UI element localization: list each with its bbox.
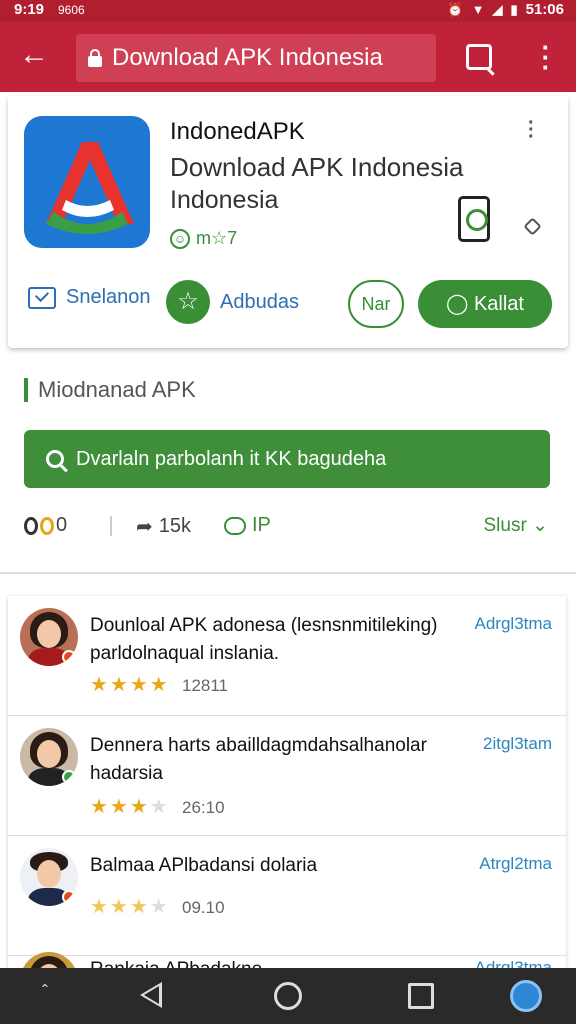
chevron-down-icon: ⌄ bbox=[532, 515, 548, 536]
review-number: 09.10 bbox=[182, 898, 225, 917]
views-count: 0 bbox=[56, 514, 68, 536]
review-link[interactable]: Atrgl2tma bbox=[479, 854, 552, 874]
comment-icon bbox=[224, 516, 246, 535]
diamond-icon[interactable] bbox=[523, 217, 542, 236]
more-options-icon[interactable]: · · · bbox=[528, 113, 535, 147]
reviews-list: Dounloal APK adonesa (lesnsnmitileking) … bbox=[8, 596, 566, 968]
favorite-button[interactable]: ☆ Adbudas bbox=[166, 280, 299, 324]
subscribe-label: Snelanon bbox=[66, 286, 151, 308]
search-placeholder: Dvarlaln parbolanh it KK bagudeha bbox=[76, 447, 387, 470]
share-count: 15k bbox=[158, 515, 192, 537]
nav-recents-icon[interactable] bbox=[408, 983, 434, 1009]
circle-icon bbox=[24, 516, 38, 535]
circle-icon bbox=[40, 516, 54, 535]
url-title: Download APK Indonesia bbox=[112, 44, 383, 71]
back-arrow-icon[interactable]: ← bbox=[18, 40, 50, 72]
review-text: Balmaa APlbadansi dolaria bbox=[90, 855, 318, 876]
star-rating: ★★★★ bbox=[90, 896, 170, 918]
nav-home-icon[interactable] bbox=[274, 982, 302, 1010]
search-icon[interactable] bbox=[466, 44, 492, 70]
overflow-menu-icon[interactable]: · · · bbox=[540, 34, 552, 80]
share-icon: ➦ bbox=[136, 516, 153, 538]
sort-label: Slusr bbox=[483, 515, 527, 536]
assistant-icon[interactable] bbox=[510, 980, 542, 1012]
magnifier-icon bbox=[46, 450, 64, 468]
status-extra: 9606 bbox=[58, 3, 85, 17]
section-divider bbox=[0, 572, 576, 574]
status-clock: 51:06 bbox=[525, 1, 564, 18]
stats-row: 0 ➦ 15k IP Slusr ⌄ bbox=[24, 510, 552, 544]
app-subtitle: Download APK Indonesia bbox=[170, 152, 464, 182]
review-text: Rankaia APbadakne bbox=[90, 956, 450, 968]
star-rating: ★★★★ bbox=[90, 674, 170, 696]
avatar bbox=[20, 608, 78, 666]
app-logo-icon bbox=[24, 116, 150, 248]
download-label: Kallat bbox=[473, 293, 524, 315]
list-item[interactable]: Balmaa APlbadansi dolaria ★★★★ 09.10 Atr… bbox=[8, 836, 566, 956]
comments-count: IP bbox=[252, 514, 271, 536]
status-icons: ⏰ ▼ ◢ ▮ 51:06 bbox=[447, 1, 564, 18]
favorite-label: Adbudas bbox=[220, 290, 299, 313]
chat-bubble-icon: ◯ bbox=[446, 293, 469, 315]
caret-up-icon[interactable]: ˆ bbox=[42, 982, 48, 1003]
lock-icon bbox=[88, 49, 102, 67]
app-rating: ☺ m☆7 bbox=[170, 228, 237, 249]
nav-back-icon[interactable] bbox=[140, 982, 162, 1008]
battery-icon: ▮ bbox=[510, 1, 518, 17]
wifi-icon: ▼ bbox=[471, 2, 485, 17]
rating-text: m☆7 bbox=[196, 228, 238, 248]
review-link[interactable]: Adrgl3tma bbox=[475, 614, 552, 634]
star-rating: ★★★★ bbox=[90, 796, 170, 818]
search-input[interactable]: Dvarlaln parbolanh it KK bagudeha bbox=[24, 430, 550, 488]
subscribe-button[interactable]: Snelanon bbox=[28, 286, 151, 309]
review-link[interactable]: Adrgl3tma bbox=[475, 958, 552, 968]
list-item[interactable]: Dennera harts abailldagmdahsalhanolar ha… bbox=[8, 716, 566, 836]
signal-icon: ◢ bbox=[492, 1, 503, 17]
avatar bbox=[20, 952, 78, 968]
review-number: 12811 bbox=[182, 676, 229, 695]
app-subtitle-2: Indonesia bbox=[170, 186, 279, 214]
review-text: Dennera harts abailldagmdahsalhanolar ha… bbox=[90, 735, 427, 784]
share-button[interactable]: ➦ 15k bbox=[136, 514, 191, 539]
list-item[interactable]: Rankaia APbadakne Adrgl3tma bbox=[8, 940, 566, 968]
comments-button[interactable]: IP bbox=[224, 514, 271, 537]
views-stat: 0 bbox=[24, 514, 67, 537]
mail-icon bbox=[28, 286, 56, 309]
review-number: 26:10 bbox=[182, 798, 225, 817]
review-text: Dounloal APK adonesa (lesnsnmitileking) … bbox=[90, 615, 438, 664]
app-card: IndonedAPK Download APK Indonesia Indone… bbox=[8, 96, 568, 348]
browser-toolbar: ← Download APK Indonesia · · · bbox=[0, 22, 576, 92]
smile-icon: ☺ bbox=[170, 228, 190, 249]
nar-button[interactable]: Nar bbox=[348, 280, 404, 328]
avatar bbox=[20, 728, 78, 786]
status-time: 9:19 bbox=[14, 1, 45, 18]
status-bar: 9:19 9606 ⏰ ▼ ◢ ▮ 51:06 bbox=[0, 0, 576, 22]
url-bar[interactable]: Download APK Indonesia bbox=[76, 34, 436, 82]
download-button[interactable]: ◯ Kallat bbox=[418, 280, 552, 328]
divider bbox=[110, 516, 112, 536]
system-nav-bar: ˆ bbox=[0, 968, 576, 1024]
alarm-icon: ⏰ bbox=[447, 1, 464, 17]
phone-icon[interactable] bbox=[458, 196, 490, 242]
review-link[interactable]: 2itgl3tam bbox=[483, 734, 552, 754]
section-title: Miodnanad APK bbox=[24, 378, 196, 402]
avatar bbox=[20, 848, 78, 906]
sort-dropdown[interactable]: Slusr ⌄ bbox=[484, 514, 549, 537]
star-icon: ☆ bbox=[166, 280, 210, 324]
app-name: IndonedAPK bbox=[170, 118, 305, 145]
list-item[interactable]: Dounloal APK adonesa (lesnsnmitileking) … bbox=[8, 596, 566, 716]
